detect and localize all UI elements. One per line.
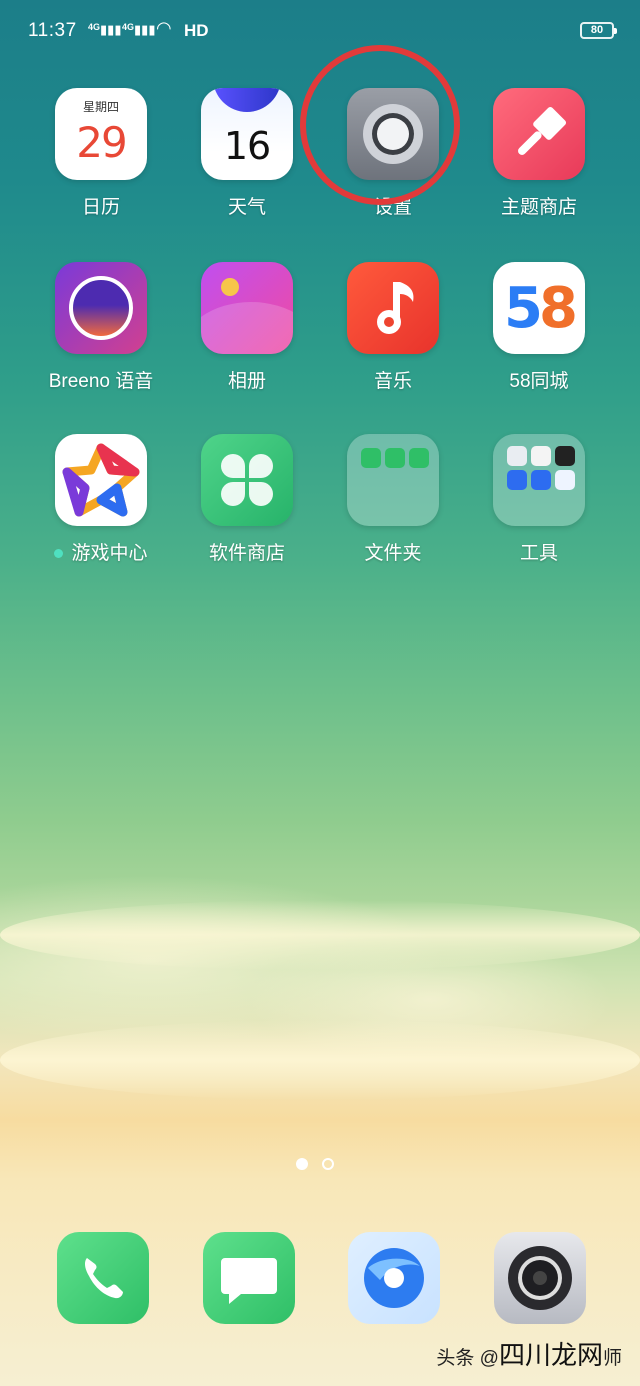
signal-label: 4G <box>122 22 135 32</box>
app-label: 软件商店 <box>208 543 285 564</box>
app-label: 游戏中心 <box>28 538 174 565</box>
watermark-prefix: 头条 @ <box>436 1348 499 1369</box>
folder-mini-app <box>531 470 551 490</box>
brush-glyph <box>518 106 567 155</box>
wallpaper-wave <box>0 900 640 970</box>
photos-hill <box>201 302 293 354</box>
logo-digit-8: 8 <box>539 276 578 341</box>
app-label: 58同城 <box>509 371 569 392</box>
photos-sun <box>221 278 239 296</box>
signal-icon: 4G▮▮▮ <box>88 22 122 37</box>
calendar-icon: 星期四 29 <box>55 88 147 180</box>
app-theme-store[interactable]: 主题商店 <box>466 88 612 219</box>
browser-icon[interactable] <box>348 1232 440 1324</box>
app-label: 相册 <box>227 371 266 392</box>
weather-temperature: 16 <box>223 124 271 168</box>
breeno-voice-icon <box>55 262 147 354</box>
app-breeno[interactable]: Breeno 语音 <box>28 262 174 393</box>
photos-icon <box>201 262 293 354</box>
store-leaf <box>249 454 273 478</box>
app-label: 日历 <box>81 197 120 218</box>
app-label: 文件夹 <box>364 543 422 564</box>
logo-digit-5: 5 <box>504 276 543 341</box>
folder-files[interactable]: 文件夹 <box>320 434 466 565</box>
wifi-icon: ◠ <box>156 18 172 38</box>
breeno-circle <box>69 276 133 340</box>
folder-mini-app <box>385 448 405 468</box>
58-logo-icon: 58 <box>493 262 585 354</box>
app-label: 音乐 <box>373 371 412 392</box>
status-time: 11:37 <box>28 20 77 41</box>
folder-mini-app <box>555 446 575 466</box>
app-calendar[interactable]: 星期四 29 日历 <box>28 88 174 219</box>
calendar-weekday: 星期四 <box>82 100 119 114</box>
folder-mini-app <box>361 448 381 468</box>
music-note-icon <box>347 262 439 354</box>
calendar-day: 29 <box>76 118 127 167</box>
phone-glyph <box>85 1258 123 1299</box>
game-star-icon <box>55 434 147 526</box>
app-label: 工具 <box>519 543 558 564</box>
app-label-text: 游戏中心 <box>71 543 148 564</box>
app-58tongcheng[interactable]: 58 58同城 <box>466 262 612 393</box>
message-icon[interactable] <box>203 1232 295 1324</box>
app-photos[interactable]: 相册 <box>174 262 320 393</box>
folder-mini-app <box>409 448 429 468</box>
page-indicator[interactable] <box>296 1157 348 1175</box>
weather-icon: 16 <box>201 88 293 180</box>
app-game-center[interactable]: 游戏中心 <box>28 434 174 565</box>
browser-glyph <box>364 1248 424 1308</box>
page-dot[interactable] <box>322 1158 334 1170</box>
highlight-circle <box>300 45 460 205</box>
camera-icon[interactable] <box>494 1232 586 1324</box>
battery-icon: 80 <box>580 22 617 39</box>
signal-icon: 4G▮▮▮ <box>122 22 156 37</box>
phone-icon[interactable] <box>57 1232 149 1324</box>
watermark: 头条 @四川龙网师 <box>436 1335 622 1372</box>
new-badge-dot <box>54 549 64 559</box>
folder-mini-app <box>555 470 575 490</box>
message-glyph <box>221 1258 277 1304</box>
software-store-icon <box>201 434 293 526</box>
app-weather[interactable]: 16 天气 <box>174 88 320 219</box>
signal-label: 4G <box>88 22 101 32</box>
status-bar: 11:37 4G▮▮▮ 4G▮▮▮ ◠ HD 80 <box>0 0 640 64</box>
app-software-store[interactable]: 软件商店 <box>174 434 320 565</box>
app-label: Breeno 语音 <box>48 371 154 392</box>
store-leaf <box>221 454 245 478</box>
folder-icon <box>493 434 585 526</box>
weather-cloud-shape <box>213 88 281 112</box>
hd-indicator: HD <box>184 21 209 40</box>
brush-icon <box>493 88 585 180</box>
wallpaper-wave <box>0 1020 640 1100</box>
folder-mini-app <box>507 470 527 490</box>
store-leaf <box>249 482 273 506</box>
app-label: 主题商店 <box>500 197 577 218</box>
watermark-suffix: 师 <box>602 1348 622 1369</box>
store-leaf <box>221 482 245 506</box>
folder-mini-app <box>507 446 527 466</box>
app-music[interactable]: 音乐 <box>320 262 466 393</box>
music-note-glyph <box>377 282 414 334</box>
watermark-text: 四川龙网 <box>498 1340 603 1370</box>
58-logo-text: 58 <box>493 276 585 341</box>
folder-icon <box>347 434 439 526</box>
app-label: 天气 <box>227 197 266 218</box>
game-star-glyph <box>62 443 140 517</box>
page-dot-active[interactable] <box>296 1158 308 1170</box>
camera-glyph <box>508 1246 572 1310</box>
folder-tools[interactable]: 工具 <box>466 434 612 565</box>
folder-mini-app <box>531 446 551 466</box>
